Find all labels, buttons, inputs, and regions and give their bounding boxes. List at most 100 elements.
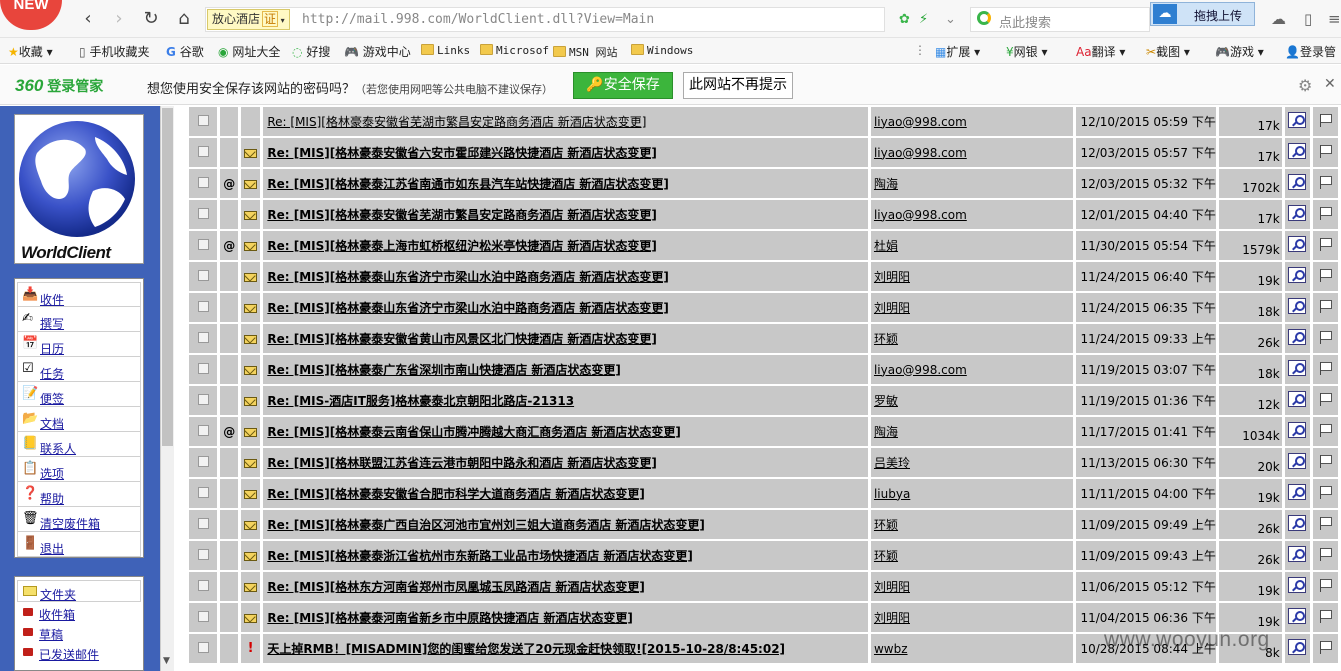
message-sender-link[interactable]: 环颖 (874, 549, 898, 563)
table-row[interactable]: @ Re: [MIS][格林豪泰江苏省南通市如东县汽车站快捷酒店 新酒店状态变更]… (189, 169, 1338, 198)
gear-icon[interactable]: ⚙ (1298, 76, 1312, 95)
left-pane-scrollbar[interactable]: ▼ (160, 106, 174, 671)
message-sender-link[interactable]: 刘明阳 (874, 611, 910, 625)
flag-icon[interactable] (1319, 454, 1332, 468)
scrollbar-thumb[interactable] (162, 108, 173, 446)
secure-save-button[interactable]: 🔑安全保存 (573, 72, 673, 99)
flag-icon[interactable] (1319, 206, 1332, 220)
select-checkbox[interactable] (197, 145, 209, 157)
bookmark-google[interactable]: G 谷歌 (166, 43, 204, 60)
flag-icon[interactable] (1319, 113, 1332, 127)
select-checkbox[interactable] (197, 331, 209, 343)
sidebar-item-inbox[interactable]: 📥 收件 (17, 282, 141, 307)
url-text[interactable]: http://mail.998.com/WorldClient.dll?View… (302, 12, 654, 27)
bookmark-mobile-favorites[interactable]: ▯ 手机收藏夹 (79, 43, 149, 60)
flag-icon[interactable] (1319, 144, 1332, 158)
message-subject-link[interactable]: Re: [MIS][格林豪泰浙江省杭州市东新路工业品市场快捷酒店 新酒店状态变更… (267, 549, 693, 563)
address-bar[interactable]: 放心酒店证 ▾ http://mail.998.com/WorldClient.… (205, 7, 885, 32)
message-sender-link[interactable]: 刘明阳 (874, 301, 910, 315)
close-icon[interactable]: ✕ (1324, 76, 1336, 92)
table-row[interactable]: Re: [MIS][格林豪泰安徽省芜湖市繁昌安定路商务酒店 新酒店状态变更] li… (189, 200, 1338, 229)
sidebar-item-documents[interactable]: 📂 文档 (17, 407, 141, 432)
folder-drafts[interactable]: 草稿 (17, 622, 141, 642)
bookmark-login-manager[interactable]: 👤登录管 (1285, 43, 1336, 60)
table-row[interactable]: Re: [MIS][格林豪泰安徽省黄山市风景区北门快捷酒店 新酒店状态变更] 环颖… (189, 324, 1338, 353)
message-subject-link[interactable]: Re: [MIS][格林豪泰山东省济宁市梁山水泊中路商务酒店 新酒店状态变更] (267, 270, 669, 284)
find-sender-icon[interactable] (1288, 329, 1307, 345)
flag-icon[interactable] (1319, 299, 1332, 313)
find-sender-icon[interactable] (1288, 422, 1307, 438)
message-subject-link[interactable]: Re: [MIS][格林豪泰云南省保山市腾冲腾越大商汇商务酒店 新酒店状态变更] (267, 425, 681, 439)
message-sender-link[interactable]: 环颖 (874, 332, 898, 346)
bookmark-links[interactable]: Links (421, 44, 470, 57)
bookmark-translate[interactable]: Aa翻译 ▾ (1076, 43, 1125, 60)
flag-icon[interactable] (1319, 175, 1332, 189)
select-checkbox[interactable] (197, 269, 209, 281)
message-subject-link[interactable]: 天上掉RMB！[MISADMIN]您的闺蜜给您发送了20元现金赶快领取![201… (267, 642, 785, 656)
message-subject-link[interactable]: Re: [MIS][格林豪泰安徽省六安市霍邱建兴路快捷酒店 新酒店状态变更] (267, 146, 657, 160)
message-sender-link[interactable]: wwbz (874, 642, 908, 656)
select-checkbox[interactable] (197, 207, 209, 219)
message-subject-link[interactable]: Re: [MIS][格林豪泰河南省新乡市中原路快捷酒店 新酒店状态变更] (267, 611, 633, 625)
find-sender-icon[interactable] (1288, 515, 1307, 531)
drag-upload-widget[interactable]: ☁ 拖拽上传 (1150, 2, 1255, 26)
bookmark-windows[interactable]: Windows (631, 44, 693, 57)
message-sender-link[interactable]: liubya (874, 487, 910, 501)
message-sender-link[interactable]: 刘明阳 (874, 270, 910, 284)
message-subject-link[interactable]: Re: [MIS-酒店IT服务]格林豪泰北京朝阳北路店-21313 (267, 394, 574, 408)
message-subject-link[interactable]: Re: [MIS][格林豪泰江苏省南通市如东县汽车站快捷酒店 新酒店状态变更] (267, 177, 669, 191)
find-sender-icon[interactable] (1288, 577, 1307, 593)
bookmark-hao123[interactable]: ◉ 网址大全 (218, 43, 280, 60)
message-sender-link[interactable]: 刘明阳 (874, 580, 910, 594)
sidebar-item-calendar[interactable]: 📅 日历 (17, 332, 141, 357)
search-box[interactable]: 点此搜索 (970, 7, 1150, 32)
table-row[interactable]: @ Re: [MIS][格林豪泰云南省保山市腾冲腾越大商汇商务酒店 新酒店状态变更… (189, 417, 1338, 446)
select-checkbox[interactable] (197, 455, 209, 467)
more-icon[interactable]: ⋮ (914, 43, 926, 57)
sidebar-item-logout[interactable]: 🚪 退出 (17, 532, 141, 557)
speed-mode-icon[interactable]: ⚡ (919, 12, 928, 27)
find-sender-icon[interactable] (1288, 267, 1307, 283)
message-sender-link[interactable]: liyao@998.com (874, 146, 967, 160)
flag-icon[interactable] (1319, 485, 1332, 499)
message-sender-link[interactable]: 陶海 (874, 177, 898, 191)
bookmark-favorites[interactable]: ★收藏 ▾ (8, 43, 53, 60)
sidebar-item-notes[interactable]: 📝 便签 (17, 382, 141, 407)
select-checkbox[interactable] (197, 424, 209, 436)
menu-icon[interactable]: ≡ (1328, 10, 1341, 28)
message-subject-link[interactable]: Re: [MIS][格林联盟江苏省连云港市朝阳中路永和酒店 新酒店状态变更] (267, 456, 657, 470)
dropdown-arrow-icon[interactable]: ⌄ (945, 12, 956, 27)
sidebar-item-contacts[interactable]: 📒 联系人 (17, 432, 141, 457)
find-sender-icon[interactable] (1288, 236, 1307, 252)
flag-icon[interactable] (1319, 640, 1332, 654)
flag-icon[interactable] (1319, 547, 1332, 561)
flag-icon[interactable] (1319, 578, 1332, 592)
message-sender-link[interactable]: liyao@998.com (874, 208, 967, 222)
new-badge[interactable]: NEW (0, 0, 62, 30)
table-row[interactable]: Re: [MIS][格林豪泰安徽省芜湖市繁昌安定路商务酒店 新酒店状态变更] li… (189, 107, 1338, 136)
select-checkbox[interactable] (197, 393, 209, 405)
back-icon[interactable]: ‹ (77, 8, 99, 30)
message-subject-link[interactable]: Re: [MIS][格林豪泰广西自治区河池市宜州刘三姐大道商务酒店 新酒店状态变… (267, 518, 705, 532)
message-subject-link[interactable]: Re: [MIS][格林豪泰上海市虹桥枢纽沪松米亭快捷酒店 新酒店状态变更] (267, 239, 657, 253)
find-sender-icon[interactable] (1288, 453, 1307, 469)
table-row[interactable]: Re: [MIS][格林豪泰山东省济宁市梁山水泊中路商务酒店 新酒店状态变更] 刘… (189, 262, 1338, 291)
table-row[interactable]: Re: [MIS][格林东方河南省郑州市凤凰城玉凤路酒店 新酒店状态变更] 刘明阳… (189, 572, 1338, 601)
find-sender-icon[interactable] (1288, 205, 1307, 221)
table-row[interactable]: Re: [MIS][格林豪泰广东省深圳市南山快捷酒店 新酒店状态变更] liyao… (189, 355, 1338, 384)
table-row[interactable]: Re: [MIS][格林豪泰浙江省杭州市东新路工业品市场快捷酒店 新酒店状态变更… (189, 541, 1338, 570)
select-checkbox[interactable] (197, 548, 209, 560)
message-subject-link[interactable]: Re: [MIS][格林豪泰安徽省芜湖市繁昌安定路商务酒店 新酒店状态变更] (267, 208, 657, 222)
forward-icon[interactable]: › (108, 8, 130, 30)
select-checkbox[interactable] (197, 300, 209, 312)
find-sender-icon[interactable] (1288, 484, 1307, 500)
message-subject-link[interactable]: Re: [MIS][格林东方河南省郑州市凤凰城玉凤路酒店 新酒店状态变更] (267, 580, 645, 594)
bookmark-msn[interactable]: MSN 网站 (553, 44, 618, 60)
find-sender-icon[interactable] (1288, 112, 1307, 128)
message-sender-link[interactable]: 罗敏 (874, 394, 898, 408)
security-shield-icon[interactable]: ✿ (899, 12, 910, 27)
bookmark-microsoft[interactable]: Microsof (480, 44, 549, 57)
flag-icon[interactable] (1319, 268, 1332, 282)
search-input[interactable]: 点此搜索 (999, 12, 1051, 31)
home-icon[interactable]: ⌂ (173, 8, 195, 30)
